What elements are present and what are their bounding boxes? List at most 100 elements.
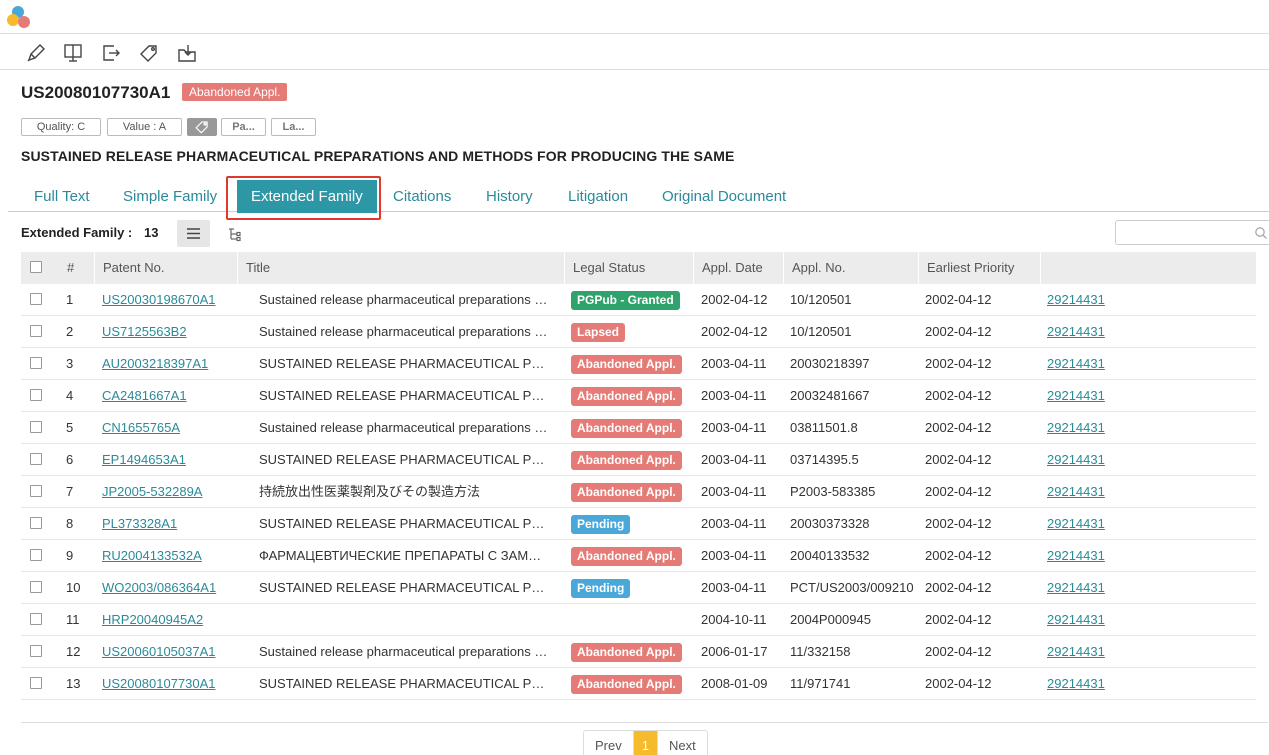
row-title: SUSTAINED RELEASE PHARMACEUTICAL PREPARA… [259,388,549,403]
row-family-link[interactable]: 29214431 [1047,444,1127,476]
toolbar [0,34,1269,70]
tab-extended-family[interactable]: Extended Family [237,180,377,213]
row-family-link[interactable]: 29214431 [1047,540,1127,572]
row-appl-date: 2003-04-11 [701,420,767,435]
row-appl-date: 2003-04-11 [701,388,767,403]
chip-la[interactable]: La... [271,118,316,136]
row-checkbox[interactable] [30,293,42,305]
tab-citations[interactable]: Citations [393,188,451,205]
table-row: 11 HRP20040945A2 2004-10-11 2004P000945 … [21,604,1256,636]
row-number: 6 [66,452,74,467]
family-search-input[interactable] [1115,220,1269,245]
col-earliest-priority[interactable]: Earliest Priority [918,252,1040,284]
col-patent-no[interactable]: Patent No. [94,252,237,284]
col-legal-status[interactable]: Legal Status [564,252,693,284]
patent-status-badge: Abandoned Appl. [182,83,288,101]
row-title: Sustained release pharmaceutical prepara… [259,420,549,435]
row-family-link[interactable]: 29214431 [1047,636,1127,668]
list-icon [187,228,200,239]
row-patent-link[interactable]: AU2003218397A1 [102,348,237,380]
row-checkbox[interactable] [30,389,42,401]
row-appl-date: 2006-01-17 [701,644,768,659]
row-priority: 2002-04-12 [925,388,992,403]
row-status-badge: Abandoned Appl. [571,451,682,470]
table-row: 1 US20030198670A1 Sustained release phar… [21,284,1256,316]
row-checkbox[interactable] [30,581,42,593]
row-status-badge: Pending [571,579,631,598]
download-box-icon[interactable] [176,42,198,64]
row-patent-link[interactable]: US20080107730A1 [102,668,237,700]
row-number: 10 [66,580,81,595]
col-appl-no[interactable]: Appl. No. [783,252,918,284]
tag-chip[interactable] [187,118,217,136]
row-appl-no: 11/971741 [790,676,851,691]
row-family-link[interactable]: 29214431 [1047,572,1127,604]
tab-litigation[interactable]: Litigation [568,188,628,205]
export-icon[interactable] [100,42,122,64]
row-title: SUSTAINED RELEASE PHARMACEUTICAL PREPARA… [259,516,549,531]
row-title: ФАРМАЦЕВТИЧЕСКИЕ ПРЕПАРАТЫ С ЗАМЕДЛЕННЫМ… [259,548,549,563]
tag-icon[interactable] [138,42,160,64]
row-checkbox[interactable] [30,677,42,689]
row-checkbox[interactable] [30,453,42,465]
row-patent-link[interactable]: CN1655765A [102,412,237,444]
row-patent-link[interactable]: PL373328A1 [102,508,237,540]
row-checkbox[interactable] [30,645,42,657]
row-patent-link[interactable]: US7125563B2 [102,316,237,348]
row-number: 7 [66,484,74,499]
tab-full-text[interactable]: Full Text [34,188,90,205]
row-appl-date: 2003-04-11 [701,484,767,499]
tab-simple-family[interactable]: Simple Family [123,188,217,205]
row-family-link[interactable]: 29214431 [1047,668,1127,700]
row-patent-link[interactable]: HRP20040945A2 [102,604,237,636]
list-view-button[interactable] [177,220,210,247]
row-appl-date: 2003-04-11 [701,580,767,595]
row-appl-no: 10/120501 [790,292,852,307]
row-checkbox[interactable] [30,549,42,561]
row-patent-link[interactable]: WO2003/086364A1 [102,572,237,604]
row-patent-link[interactable]: CA2481667A1 [102,380,237,412]
row-checkbox[interactable] [30,613,42,625]
row-appl-no: PCT/US2003/009210 [790,580,914,595]
row-checkbox[interactable] [30,357,42,369]
row-appl-no: P2003-583385 [790,484,876,499]
row-patent-link[interactable]: US20030198670A1 [102,284,237,316]
row-title: SUSTAINED RELEASE PHARMACEUTICAL PREPARA… [259,580,549,595]
row-checkbox[interactable] [30,517,42,529]
row-patent-link[interactable]: JP2005-532289A [102,476,237,508]
current-page-button[interactable]: 1 [632,731,658,755]
next-page-button[interactable]: Next [658,731,707,755]
row-checkbox[interactable] [30,421,42,433]
row-patent-link[interactable]: RU2004133532A [102,540,237,572]
monitor-icon[interactable] [62,42,84,64]
row-family-link[interactable]: 29214431 [1047,380,1127,412]
value-chip[interactable]: Value : A [107,118,182,136]
row-family-link[interactable]: 29214431 [1047,348,1127,380]
prev-page-button[interactable]: Prev [584,731,633,755]
row-patent-link[interactable]: US20060105037A1 [102,636,237,668]
tab-history[interactable]: History [486,188,533,205]
row-status-badge: Abandoned Appl. [571,643,682,662]
row-family-link[interactable]: 29214431 [1047,316,1127,348]
row-family-link[interactable]: 29214431 [1047,284,1127,316]
chip-pa[interactable]: Pa... [221,118,266,136]
tree-view-icon[interactable] [227,226,243,242]
row-checkbox[interactable] [30,325,42,337]
app-logo-icon[interactable] [4,4,34,30]
select-all-checkbox[interactable] [30,261,42,273]
row-family-link[interactable]: 29214431 [1047,508,1127,540]
col-title[interactable]: Title [237,252,564,284]
table-row: 6 EP1494653A1 SUSTAINED RELEASE PHARMACE… [21,444,1256,476]
row-family-link[interactable]: 29214431 [1047,412,1127,444]
col-appl-date[interactable]: Appl. Date [693,252,783,284]
row-family-link[interactable]: 29214431 [1047,476,1127,508]
tab-original-document[interactable]: Original Document [662,188,786,205]
row-family-link[interactable]: 29214431 [1047,604,1127,636]
row-patent-link[interactable]: EP1494653A1 [102,444,237,476]
search-icon[interactable] [1254,226,1268,240]
table-row: 4 CA2481667A1 SUSTAINED RELEASE PHARMACE… [21,380,1256,412]
pen-icon[interactable] [25,42,47,64]
quality-chip[interactable]: Quality: C [21,118,101,136]
row-checkbox[interactable] [30,485,42,497]
col-num[interactable]: # [59,252,94,284]
